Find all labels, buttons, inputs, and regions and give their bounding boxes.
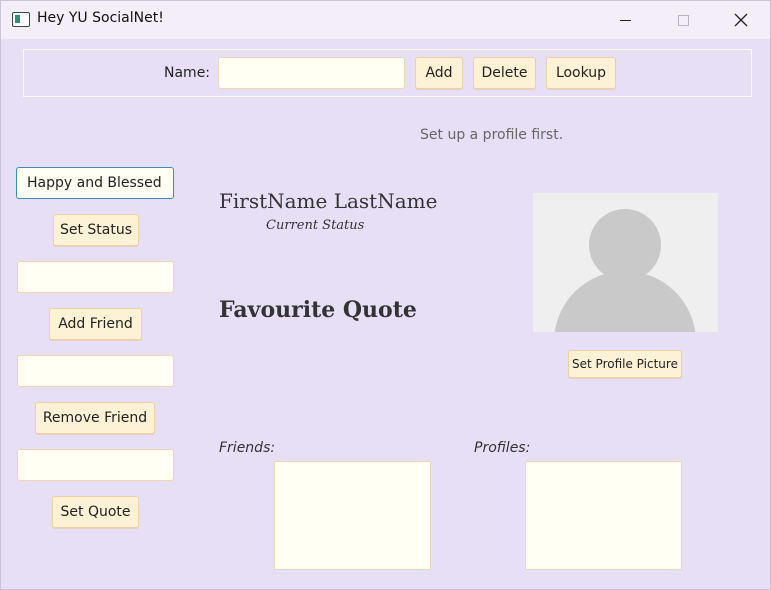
name-label: Name: bbox=[164, 65, 211, 81]
quote-input[interactable] bbox=[17, 449, 174, 481]
remove-friend-input[interactable] bbox=[17, 355, 174, 387]
add-friend-input[interactable] bbox=[17, 261, 174, 293]
close-icon bbox=[734, 13, 748, 27]
add-friend-button[interactable]: Add Friend bbox=[49, 308, 142, 340]
window-title: Hey YU SocialNet! bbox=[37, 10, 164, 26]
title-bar: Hey YU SocialNet! bbox=[1, 1, 770, 39]
maximize-button[interactable] bbox=[654, 1, 712, 39]
lookup-button[interactable]: Lookup bbox=[546, 57, 616, 89]
set-quote-button[interactable]: Set Quote bbox=[52, 496, 139, 528]
minimize-button[interactable] bbox=[596, 1, 654, 39]
profile-picture bbox=[533, 193, 718, 332]
set-status-button[interactable]: Set Status bbox=[53, 214, 139, 246]
status-input[interactable] bbox=[16, 167, 174, 199]
profiles-label: Profiles: bbox=[474, 440, 531, 456]
friends-label: Friends: bbox=[219, 440, 276, 456]
profile-favourite-quote: Favourite Quote bbox=[219, 297, 417, 323]
close-button[interactable] bbox=[712, 1, 770, 39]
avatar-body-icon bbox=[554, 271, 696, 332]
maximize-icon bbox=[677, 14, 689, 26]
status-message: Set up a profile first. bbox=[420, 127, 564, 143]
friends-list[interactable] bbox=[274, 461, 431, 570]
remove-friend-button[interactable]: Remove Friend bbox=[35, 402, 155, 434]
minimize-icon bbox=[619, 19, 631, 21]
add-button[interactable]: Add bbox=[415, 57, 463, 89]
name-input[interactable] bbox=[218, 57, 405, 89]
delete-button[interactable]: Delete bbox=[473, 57, 536, 89]
app-window: Hey YU SocialNet! Name: Add Delete Looku… bbox=[0, 0, 771, 590]
profile-current-status: Current Status bbox=[266, 218, 365, 233]
profiles-list[interactable] bbox=[525, 461, 682, 570]
app-icon bbox=[12, 12, 30, 27]
profile-name: FirstName LastName bbox=[219, 189, 438, 213]
set-profile-picture-button[interactable]: Set Profile Picture bbox=[568, 350, 682, 378]
